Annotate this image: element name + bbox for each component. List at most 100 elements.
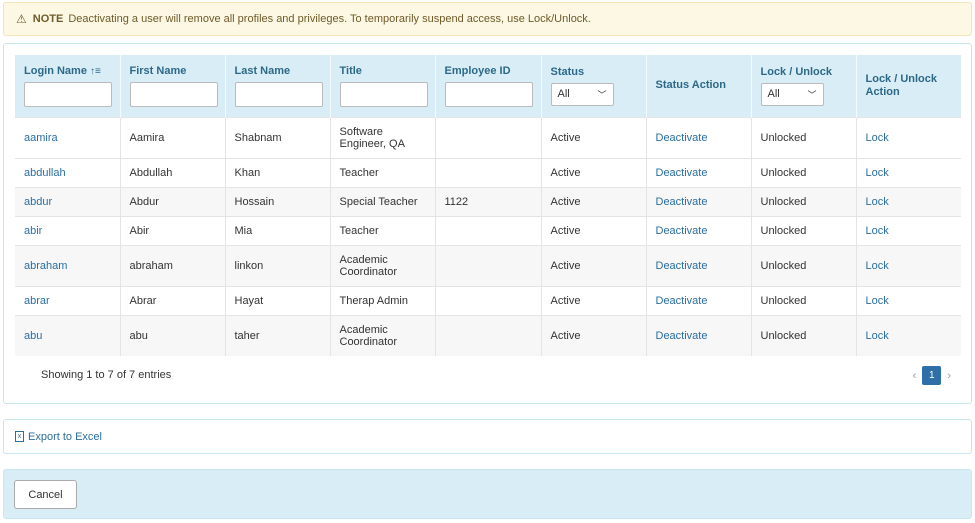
column-header-login-name[interactable]: Login Name ↑≡	[15, 55, 121, 117]
lock-state-cell: Unlocked	[751, 186, 857, 216]
column-label-status: Status	[550, 65, 585, 78]
first-name-filter-input[interactable]	[129, 81, 218, 107]
last-name-cell: taher	[225, 314, 331, 356]
first-name-cell: abu	[120, 314, 226, 356]
column-header-status[interactable]: Status All ﹀	[541, 55, 647, 117]
title-cell: Academic Coordinator	[330, 244, 436, 286]
status-cell: Active	[541, 215, 647, 245]
column-label-employee-id: Employee ID	[444, 64, 511, 77]
column-label-login-name: Login Name	[24, 64, 87, 77]
status-cell: Active	[541, 157, 647, 187]
column-header-status-action: Status Action	[646, 55, 752, 117]
status-cell: Active	[541, 285, 647, 315]
employee-id-filter-input[interactable]	[444, 81, 533, 107]
last-name-filter-input[interactable]	[234, 81, 323, 107]
first-name-cell: abraham	[120, 244, 226, 286]
title-cell: Teacher	[330, 157, 436, 187]
excel-file-icon: x	[15, 431, 24, 442]
chevron-down-icon: ﹀	[597, 89, 607, 100]
export-panel: x Export to Excel	[3, 419, 972, 454]
last-name-cell: linkon	[225, 244, 331, 286]
login-link[interactable]: aamira	[24, 132, 58, 144]
title-cell: Special Teacher	[330, 186, 436, 216]
column-header-first-name[interactable]: First Name	[120, 55, 226, 117]
employee-id-cell	[435, 244, 542, 286]
table-row: aamira Aamira Shabnam Software Engineer,…	[15, 116, 961, 158]
pagination-next-button[interactable]: ›	[941, 370, 957, 382]
deactivate-link[interactable]: Deactivate	[656, 167, 708, 179]
note-label: NOTE	[32, 13, 64, 25]
lock-link[interactable]: Lock	[866, 132, 889, 144]
deactivate-link[interactable]: Deactivate	[656, 196, 708, 208]
lock-state-cell: Unlocked	[751, 157, 857, 187]
lock-state-cell: Unlocked	[751, 215, 857, 245]
pagination: ‹ 1 ›	[907, 366, 957, 385]
column-label-first-name: First Name	[129, 64, 187, 77]
column-label-title: Title	[339, 64, 362, 77]
lock-link[interactable]: Lock	[866, 196, 889, 208]
status-filter-select[interactable]: All ﹀	[550, 82, 614, 106]
column-label-lock-unlock: Lock / Unlock	[760, 65, 833, 78]
login-link[interactable]: abraham	[24, 260, 67, 272]
status-cell: Active	[541, 186, 647, 216]
login-link[interactable]: abu	[24, 330, 42, 342]
table-row: abdullah Abdullah Khan Teacher Active De…	[15, 157, 961, 187]
lock-state-cell: Unlocked	[751, 244, 857, 286]
users-table: Login Name ↑≡ First Name Last Name Title …	[15, 55, 961, 356]
login-link[interactable]: abrar	[24, 295, 50, 307]
column-header-last-name[interactable]: Last Name	[225, 55, 331, 117]
last-name-cell: Hossain	[225, 186, 331, 216]
users-table-panel: Login Name ↑≡ First Name Last Name Title …	[3, 43, 972, 404]
table-header-row: Login Name ↑≡ First Name Last Name Title …	[15, 55, 961, 117]
table-row: abir Abir Mia Teacher Active Deactivate …	[15, 215, 961, 245]
lock-state-cell: Unlocked	[751, 314, 857, 356]
first-name-cell: Abir	[120, 215, 226, 245]
first-name-cell: Aamira	[120, 116, 226, 158]
lock-link[interactable]: Lock	[866, 260, 889, 272]
note-text: Deactivating a user will remove all prof…	[68, 13, 591, 25]
column-label-status-action: Status Action	[655, 79, 727, 92]
lock-link[interactable]: Lock	[866, 225, 889, 237]
pagination-prev-button[interactable]: ‹	[907, 370, 923, 382]
title-cell: Software Engineer, QA	[330, 116, 436, 158]
cancel-button[interactable]: Cancel	[14, 480, 77, 509]
employee-id-cell	[435, 215, 542, 245]
employee-id-cell	[435, 285, 542, 315]
export-to-excel-link[interactable]: x Export to Excel	[15, 431, 102, 443]
login-link[interactable]: abdur	[24, 196, 52, 208]
column-header-title[interactable]: Title	[330, 55, 436, 117]
table-row: abu abu taher Academic Coordinator Activ…	[15, 314, 961, 356]
table-row: abdur Abdur Hossain Special Teacher 1122…	[15, 186, 961, 216]
deactivate-link[interactable]: Deactivate	[656, 295, 708, 307]
export-label: Export to Excel	[28, 430, 102, 443]
last-name-cell: Hayat	[225, 285, 331, 315]
footer-panel: Cancel	[3, 469, 972, 519]
lock-link[interactable]: Lock	[866, 295, 889, 307]
status-filter-value: All	[557, 88, 570, 101]
lock-state-cell: Unlocked	[751, 285, 857, 315]
last-name-cell: Shabnam	[225, 116, 331, 158]
status-cell: Active	[541, 314, 647, 356]
column-header-lock-unlock[interactable]: Lock / Unlock All ﹀	[751, 55, 857, 117]
first-name-cell: Abrar	[120, 285, 226, 315]
table-row: abraham abraham linkon Academic Coordina…	[15, 244, 961, 286]
lock-link[interactable]: Lock	[866, 330, 889, 342]
deactivate-link[interactable]: Deactivate	[656, 330, 708, 342]
lock-filter-select[interactable]: All ﹀	[760, 82, 824, 106]
login-name-filter-input[interactable]	[24, 81, 112, 107]
login-link[interactable]: abdullah	[24, 167, 66, 179]
column-header-employee-id[interactable]: Employee ID	[435, 55, 542, 117]
lock-link[interactable]: Lock	[866, 167, 889, 179]
last-name-cell: Mia	[225, 215, 331, 245]
note-banner: ⚠ NOTE Deactivating a user will remove a…	[3, 2, 972, 36]
deactivate-link[interactable]: Deactivate	[656, 260, 708, 272]
employee-id-cell: 1122	[435, 186, 542, 216]
title-filter-input[interactable]	[339, 81, 428, 107]
last-name-cell: Khan	[225, 157, 331, 187]
deactivate-link[interactable]: Deactivate	[656, 225, 708, 237]
login-link[interactable]: abir	[24, 225, 42, 237]
employee-id-cell	[435, 116, 542, 158]
deactivate-link[interactable]: Deactivate	[656, 132, 708, 144]
pagination-page-1[interactable]: 1	[922, 366, 942, 385]
sort-ascending-icon[interactable]: ↑≡	[90, 66, 101, 77]
